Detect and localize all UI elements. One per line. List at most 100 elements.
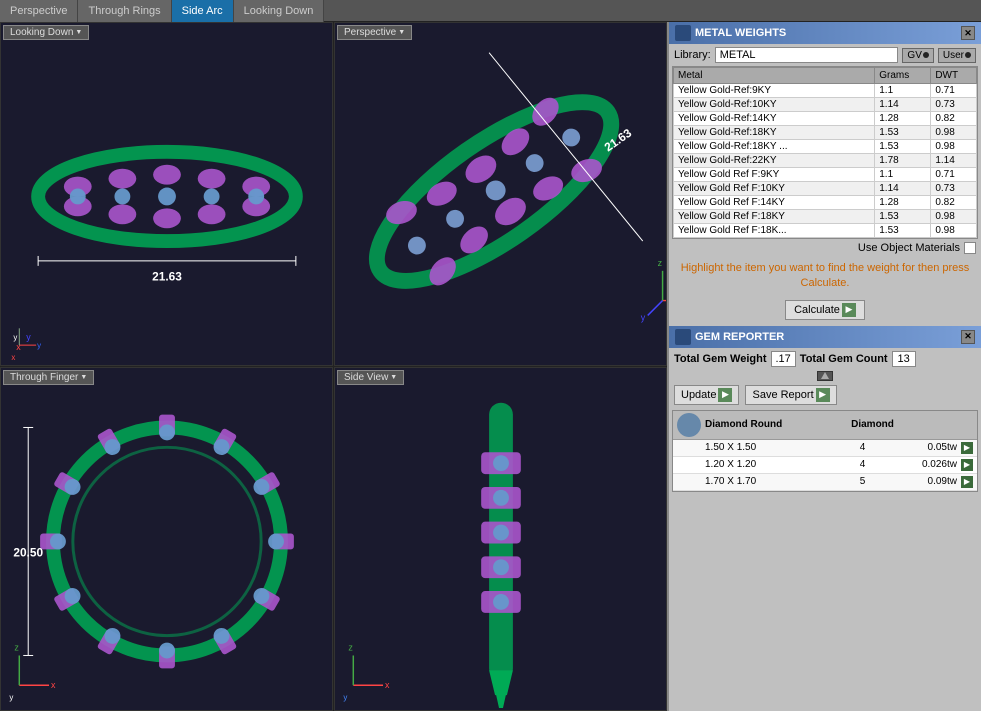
viewport-menu-bottom-left[interactable]: Through Finger	[3, 370, 94, 385]
metal-table-row[interactable]: Yellow Gold Ref F:14KY1.280.82	[674, 196, 977, 210]
gem-sub-weight: 0.09tw	[894, 476, 959, 487]
col-grams: Grams	[875, 68, 931, 84]
calculate-arrow: ▶	[842, 303, 856, 317]
tab-through-rings[interactable]: Through Rings	[78, 0, 171, 22]
metal-table-row[interactable]: Yellow Gold Ref F:9KY1.10.71	[674, 168, 977, 182]
metal-weights-panel: METAL WEIGHTS ✕ Library: METAL GV User	[669, 22, 981, 324]
total-gem-weight-label: Total Gem Weight	[674, 353, 767, 365]
svg-text:y: y	[641, 312, 646, 322]
metal-weights-title-bar: METAL WEIGHTS ✕	[669, 22, 981, 44]
gem-sub-row[interactable]: 1.20 X 1.2040.026tw▶	[673, 457, 977, 474]
user-btn[interactable]: User	[938, 48, 976, 63]
metal-table-row[interactable]: Yellow Gold-Ref:18KY ...1.530.98	[674, 140, 977, 154]
gem-sub-name: 1.50 X 1.50	[677, 442, 831, 453]
metal-table-container[interactable]: Metal Grams DWT Yellow Gold-Ref:9KY1.10.…	[672, 66, 978, 239]
gem-reporter-panel: GEM REPORTER ✕ Total Gem Weight .17 Tota…	[669, 326, 981, 711]
svg-text:z: z	[658, 258, 663, 268]
highlight-instruction: Highlight the item you want to find the …	[669, 257, 981, 296]
viewports-grid: Looking Down	[0, 22, 667, 711]
update-arrow: ▶	[718, 388, 732, 402]
svg-text:z: z	[14, 643, 19, 653]
total-gem-weight-value: .17	[771, 351, 796, 367]
update-btn[interactable]: Update ▶	[674, 385, 739, 405]
tab-perspective[interactable]: Perspective	[0, 0, 78, 22]
metal-table-row[interactable]: Yellow Gold-Ref:18KY1.530.98	[674, 126, 977, 140]
svg-text:y: y	[343, 693, 347, 702]
gem-group-type: Diamond Round	[705, 419, 839, 430]
gem-group-icon	[677, 413, 701, 437]
metal-table-row[interactable]: Yellow Gold Ref F:10KY1.140.73	[674, 182, 977, 196]
metal-table-row[interactable]: Yellow Gold-Ref:22KY1.781.14	[674, 154, 977, 168]
use-object-materials-checkbox[interactable]	[964, 242, 976, 254]
gem-table-container: Diamond Round Diamond 1.50 X 1.5040.05tw…	[672, 410, 978, 492]
metal-table-row[interactable]: Yellow Gold-Ref:10KY1.140.73	[674, 98, 977, 112]
metal-dwt-cell: 0.73	[931, 182, 977, 196]
progress-row	[669, 370, 981, 382]
metal-dwt-cell: 1.14	[931, 154, 977, 168]
viewport-label-bottom-right: Side View	[337, 370, 404, 385]
calculate-btn[interactable]: Calculate ▶	[785, 300, 865, 320]
metal-name-cell: Yellow Gold-Ref:9KY	[674, 84, 875, 98]
viewport-bottom-left: Through Finger ◆	[0, 367, 333, 711]
gem-sub-name: 1.70 X 1.70	[677, 476, 831, 487]
progress-triangle	[821, 372, 829, 379]
gem-sub-expand-btn[interactable]: ▶	[961, 442, 973, 454]
gem-reporter-title-bar: GEM REPORTER ✕	[669, 326, 981, 348]
metal-weights-close-btn[interactable]: ✕	[961, 26, 975, 40]
svg-text:y: y	[13, 333, 17, 342]
update-save-row: Update ▶ Save Report ▶	[669, 382, 981, 408]
metal-name-cell: Yellow Gold-Ref:18KY ...	[674, 140, 875, 154]
metal-name-cell: Yellow Gold-Ref:22KY	[674, 154, 875, 168]
viewport-top-right-svg: 21.63 x z y	[335, 23, 666, 365]
metal-table-row[interactable]: Yellow Gold Ref F:18KY1.530.98	[674, 210, 977, 224]
use-object-materials-row: Use Object Materials	[669, 239, 981, 257]
gem-sub-row[interactable]: 1.70 X 1.7050.09tw▶	[673, 474, 977, 491]
gem-sub-count: 5	[831, 476, 894, 487]
viewport-menu-bottom-right[interactable]: Side View	[337, 370, 404, 385]
metal-grams-cell: 1.14	[875, 182, 931, 196]
metal-table-row[interactable]: Yellow Gold Ref F:18K...1.530.98	[674, 224, 977, 238]
metal-grams-cell: 1.14	[875, 98, 931, 112]
metal-dwt-cell: 0.71	[931, 168, 977, 182]
gem-sub-row[interactable]: 1.50 X 1.5040.05tw▶	[673, 440, 977, 457]
metal-dwt-cell: 0.98	[931, 210, 977, 224]
library-label: Library:	[674, 49, 711, 61]
svg-text:21.63: 21.63	[152, 270, 182, 284]
use-object-materials-label: Use Object Materials	[858, 242, 960, 254]
svg-text:x: x	[11, 353, 15, 362]
metal-name-cell: Yellow Gold Ref F:9KY	[674, 168, 875, 182]
metal-dwt-cell: 0.82	[931, 112, 977, 126]
gem-sub-rows: 1.50 X 1.5040.05tw▶1.20 X 1.2040.026tw▶1…	[673, 440, 977, 491]
metal-grams-cell: 1.28	[875, 112, 931, 126]
gem-sub-count: 4	[831, 442, 894, 453]
gem-reporter-title: GEM REPORTER	[695, 331, 784, 343]
metal-grams-cell: 1.53	[875, 126, 931, 140]
viewport-label-top-right: Perspective	[337, 25, 412, 40]
tab-looking-down[interactable]: Looking Down	[234, 0, 325, 22]
progress-indicator	[817, 371, 833, 381]
save-arrow: ▶	[816, 388, 830, 402]
right-panel: METAL WEIGHTS ✕ Library: METAL GV User	[667, 22, 981, 711]
gem-sub-expand-btn[interactable]: ▶	[961, 476, 973, 488]
metal-table-row[interactable]: Yellow Gold-Ref:9KY1.10.71	[674, 84, 977, 98]
metal-weights-icon	[675, 25, 691, 41]
metal-grams-cell: 1.1	[875, 84, 931, 98]
gem-sub-count: 4	[831, 459, 894, 470]
gv-btn[interactable]: GV	[902, 48, 933, 63]
gem-sub-expand-btn[interactable]: ▶	[961, 459, 973, 471]
tab-side-arc[interactable]: Side Arc	[172, 0, 234, 22]
viewport-bottom-right: Side View ◆	[334, 367, 667, 711]
viewport-label-bottom-left: Through Finger	[3, 370, 94, 385]
gem-reporter-close-btn[interactable]: ✕	[961, 330, 975, 344]
main-layout: Looking Down	[0, 22, 981, 711]
save-report-btn[interactable]: Save Report ▶	[745, 385, 836, 405]
viewport-menu-top-right[interactable]: Perspective	[337, 25, 412, 40]
col-dwt: DWT	[931, 68, 977, 84]
library-value: METAL	[715, 47, 899, 63]
metal-table-row[interactable]: Yellow Gold-Ref:14KY1.280.82	[674, 112, 977, 126]
metal-dwt-cell: 0.73	[931, 98, 977, 112]
viewport-menu-top-left[interactable]: Looking Down	[3, 25, 89, 40]
viewport-label-top-left: Looking Down	[3, 25, 89, 40]
metal-dwt-cell: 0.98	[931, 126, 977, 140]
svg-text:z: z	[348, 643, 353, 653]
